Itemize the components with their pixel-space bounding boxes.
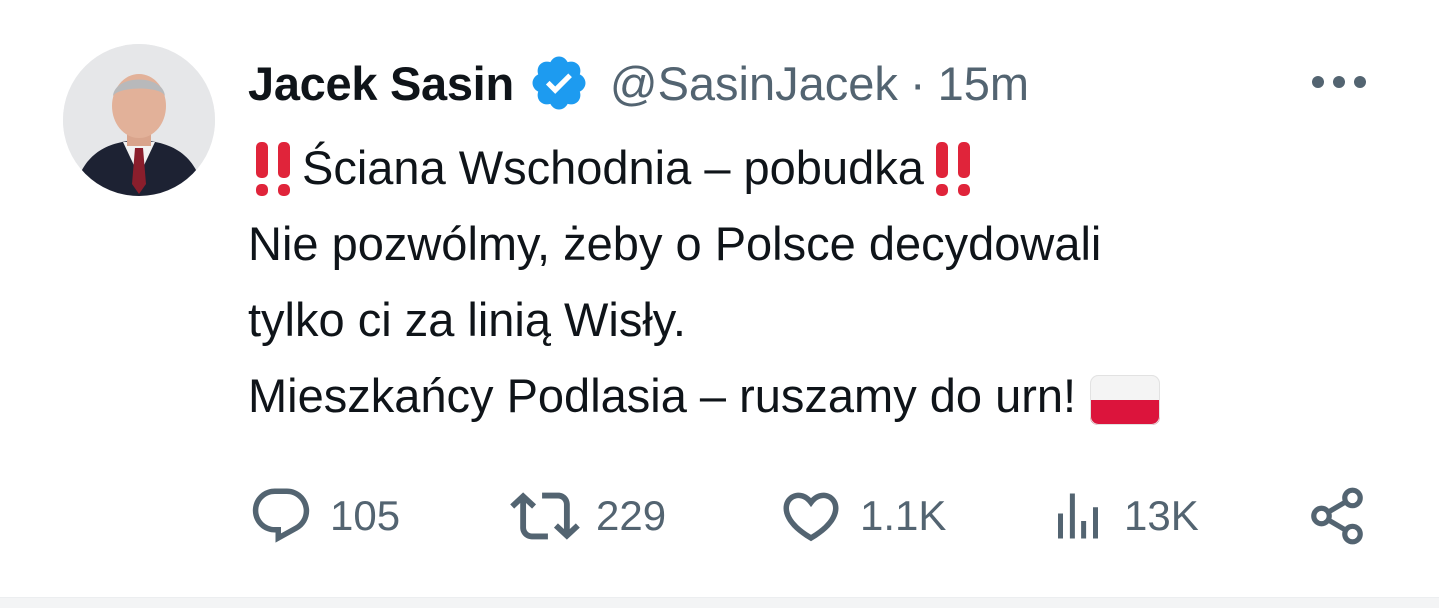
separator-dot: ·	[909, 56, 926, 110]
repost-count: 229	[596, 492, 667, 539]
timestamp[interactable]: 15m	[938, 56, 1029, 111]
tweet-line: Nie pozwólmy, żeby o Polsce decydowali	[248, 206, 1378, 282]
double-exclamation-icon	[248, 140, 302, 196]
tweet-card[interactable]: Jacek Sasin @SasinJacek · 15m Ściana Wsc…	[0, 0, 1439, 608]
tweet-line: Ściana Wschodnia – pobudka	[248, 130, 1378, 206]
tweet-header: Jacek Sasin @SasinJacek · 15m	[248, 50, 1029, 116]
views-button[interactable]: 13K	[1048, 478, 1199, 554]
share-button[interactable]	[1306, 478, 1368, 554]
share-icon	[1311, 487, 1363, 545]
tweet-line-text: Nie pozwólmy, żeby o Polsce decydowali	[248, 217, 1102, 270]
repost-icon	[510, 492, 580, 540]
verified-badge-icon[interactable]	[528, 52, 590, 114]
poland-flag-icon	[1090, 371, 1161, 425]
reply-button[interactable]: 105	[248, 478, 400, 554]
more-dots-icon	[1312, 76, 1366, 88]
tweet-line-text: tylko ci za linią Wisły.	[248, 293, 686, 346]
bottom-divider	[0, 597, 1439, 608]
repost-button[interactable]: 229	[510, 478, 666, 554]
double-exclamation-icon	[928, 140, 982, 196]
more-options-button[interactable]	[1306, 60, 1372, 104]
like-button[interactable]: 1.1K	[778, 478, 946, 554]
tweet-line: tylko ci za linią Wisły.	[248, 282, 1378, 358]
views-count: 13K	[1124, 492, 1199, 539]
avatar-photo	[63, 44, 215, 196]
avatar[interactable]	[63, 44, 215, 196]
reply-count: 105	[330, 492, 401, 539]
user-handle[interactable]: @SasinJacek	[610, 56, 898, 111]
action-bar: 105 229 1.1K 13K	[248, 478, 1378, 554]
views-chart-icon	[1058, 493, 1098, 539]
reply-icon	[252, 488, 310, 543]
tweet-line-text: Mieszkańcy Podlasia – ruszamy do urn!	[248, 369, 1077, 422]
tweet-text: Ściana Wschodnia – pobudka Nie pozwólmy,…	[248, 130, 1378, 434]
like-count: 1.1K	[860, 492, 947, 539]
tweet-line: Mieszkańcy Podlasia – ruszamy do urn!	[248, 358, 1378, 434]
heart-icon	[783, 492, 839, 542]
tweet-line-text: Ściana Wschodnia – pobudka	[302, 141, 924, 194]
display-name[interactable]: Jacek Sasin	[248, 56, 514, 111]
